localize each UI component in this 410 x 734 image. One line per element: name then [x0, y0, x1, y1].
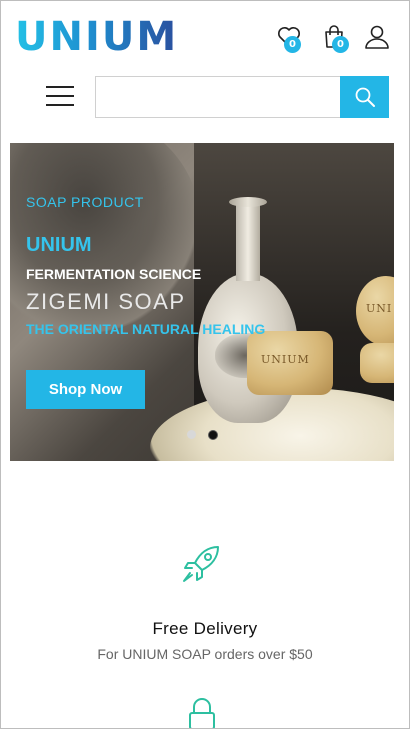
menu-line — [46, 86, 74, 88]
cart-button[interactable]: 0 — [321, 24, 349, 53]
menu-line — [46, 104, 74, 106]
slider-dot-2-active[interactable] — [208, 430, 218, 440]
hero-line-3: THE ORIENTAL NATURAL HEALING — [26, 321, 266, 337]
wishlist-count-badge: 0 — [284, 36, 301, 53]
hero-brand: UNIUM — [26, 234, 92, 256]
logo-text: UNIUM — [15, 14, 179, 60]
lock-icon — [186, 697, 218, 730]
soap-bar-image: UNIUM — [247, 331, 333, 395]
search-button[interactable] — [340, 76, 389, 118]
account-button[interactable] — [364, 24, 392, 52]
search-input[interactable] — [95, 76, 340, 118]
hero-banner[interactable]: UNIUM UNI SOAP PRODUCT UNIUM FERMENTATIO… — [10, 143, 394, 461]
menu-line — [46, 95, 74, 97]
hero-subtitle: SOAP PRODUCT — [26, 194, 144, 210]
hero-line-2: ZIGEMI SOAP — [26, 289, 186, 314]
slider-dot-1[interactable] — [187, 430, 196, 439]
search-icon — [355, 87, 375, 107]
cart-count-badge: 0 — [332, 36, 349, 53]
site-logo[interactable]: UNIUM — [15, 16, 178, 58]
user-icon — [365, 25, 389, 49]
hero-line-1: FERMENTATION SCIENCE — [26, 266, 202, 282]
feature-title: Free Delivery — [152, 619, 258, 638]
soap-label: UNIUM — [261, 353, 310, 366]
feature-description: For UNIUM SOAP orders over $50 — [97, 646, 313, 662]
wishlist-button[interactable]: 0 — [276, 24, 304, 53]
soap-stack-image — [360, 343, 394, 383]
rocket-icon — [180, 543, 224, 587]
hamburger-menu-button[interactable] — [46, 86, 74, 108]
soap-label: UNI — [366, 302, 393, 315]
vase-lip — [229, 197, 267, 207]
shop-now-button[interactable]: Shop Now — [26, 370, 145, 409]
vase-neck — [236, 201, 260, 281]
